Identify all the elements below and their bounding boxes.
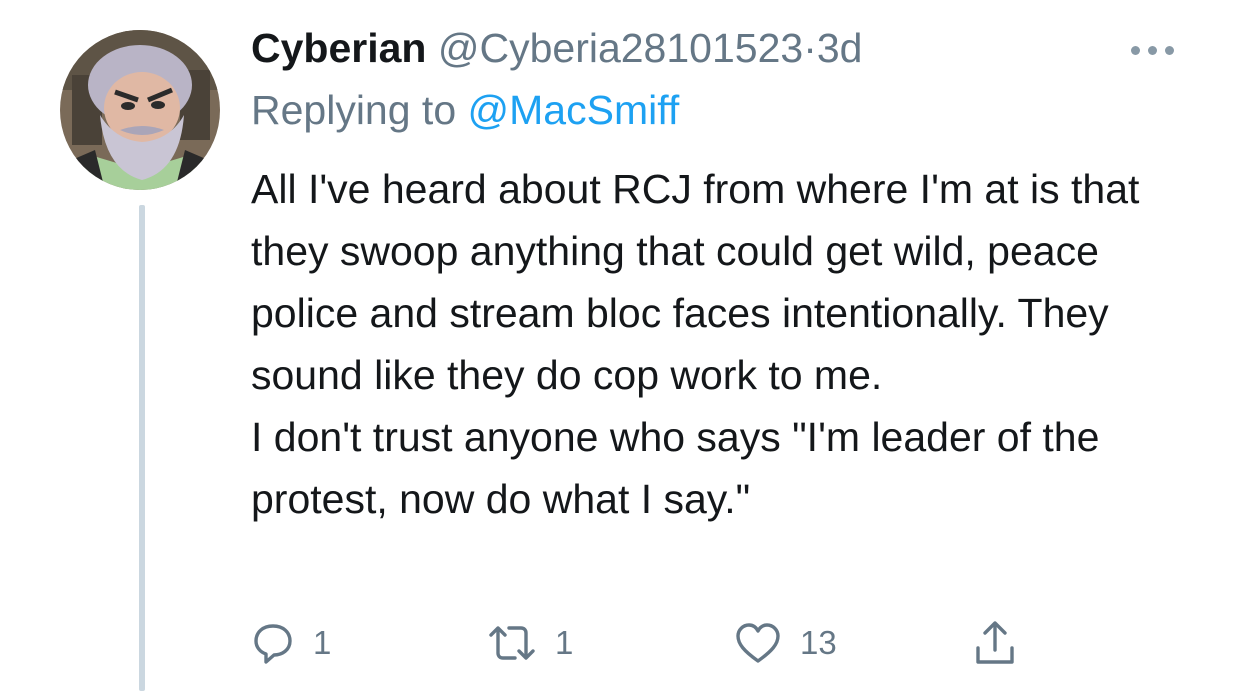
tweet-time[interactable]: 3d xyxy=(817,25,863,71)
heart-icon xyxy=(734,621,782,665)
tweet-content: Cyberian @Cyberia28101523·3d Replying to… xyxy=(251,22,1211,530)
tweet-paragraph: All I've heard about RCJ from where I'm … xyxy=(251,166,1140,398)
replying-to: Replying to @MacSmiff xyxy=(251,84,1211,136)
replying-to-label: Replying to xyxy=(251,87,457,133)
tweet-text: All I've heard about RCJ from where I'm … xyxy=(251,158,1211,530)
like-button[interactable]: 13 xyxy=(734,618,837,668)
reply-count: 1 xyxy=(313,624,332,661)
separator-dot: · xyxy=(803,25,817,71)
reply-button[interactable]: 1 xyxy=(251,618,331,668)
author-name[interactable]: Cyberian xyxy=(251,25,426,71)
avatar[interactable] xyxy=(60,30,220,190)
tweet-paragraph: I don't trust anyone who says "I'm leade… xyxy=(251,414,1100,522)
author-handle[interactable]: @Cyberia28101523 xyxy=(438,25,803,71)
tweet-header: Cyberian @Cyberia28101523·3d xyxy=(251,22,1211,74)
like-count: 13 xyxy=(800,624,837,661)
reply-icon xyxy=(251,621,295,665)
thread-line xyxy=(139,205,145,691)
tweet-actions: 1 1 13 xyxy=(251,618,1071,668)
retweet-button[interactable]: 1 xyxy=(487,618,573,668)
share-button[interactable] xyxy=(973,618,1017,668)
reply-mention-link[interactable]: @MacSmiff xyxy=(468,87,680,133)
retweet-icon xyxy=(487,621,537,665)
retweet-count: 1 xyxy=(555,624,574,661)
more-options-icon[interactable] xyxy=(1131,44,1191,58)
share-icon xyxy=(973,620,1017,666)
